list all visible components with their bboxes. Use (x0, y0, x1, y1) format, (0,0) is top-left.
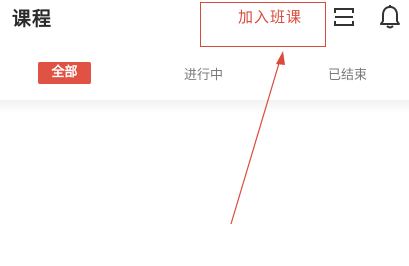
tab-all[interactable]: 全部 (38, 62, 91, 84)
page-title: 课程 (12, 8, 53, 30)
scan-icon[interactable] (333, 6, 355, 28)
join-class-button[interactable]: 加入班课 (238, 6, 302, 27)
bell-icon[interactable] (378, 4, 402, 30)
tab-ongoing[interactable]: 进行中 (184, 64, 223, 83)
tab-divider (0, 100, 409, 114)
courses-page: 课程 加入班课 全部 进行中 已结束 (0, 0, 409, 266)
tab-finished[interactable]: 已结束 (328, 64, 367, 83)
